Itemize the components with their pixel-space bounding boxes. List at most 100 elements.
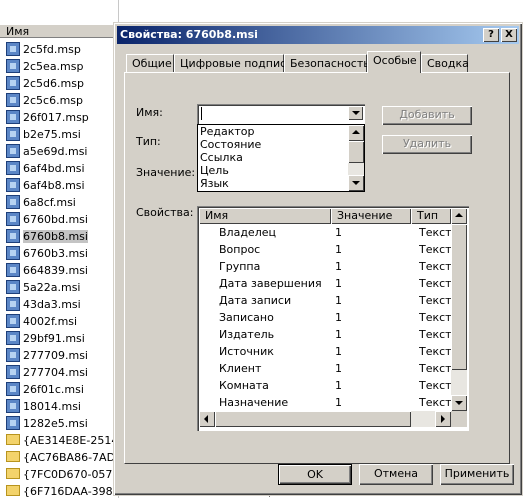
add-button[interactable]: Добавить [382,106,472,125]
dropdown-option[interactable]: Цель [198,164,364,177]
property-value: 1 [335,328,342,341]
file-item[interactable]: 26f017.msp [6,109,118,126]
file-item[interactable]: 6760bd.msi [6,211,118,228]
property-value: 1 [335,362,342,375]
folder-item[interactable]: {6F716DAA-398F… [6,483,118,500]
folder-item[interactable]: {7FC0D670-057F… [6,466,118,483]
file-name: {7FC0D670-057F… [23,468,118,481]
file-item[interactable]: 5a22a.msi [6,279,118,296]
property-row[interactable]: Назначение 1 Текстов [199,394,453,411]
dialog-title: Свойства: 6760b8.msi [120,28,258,41]
chevron-down-icon[interactable] [348,106,363,120]
dropdown-option[interactable]: Ссылка [198,151,364,164]
scroll-left-icon[interactable] [199,411,215,427]
file-item[interactable]: 43da3.msi [6,296,118,313]
file-item[interactable]: 2c5fd.msp [6,41,118,58]
property-type: Текстов [419,260,453,273]
property-name: Дата завершения [219,277,322,290]
installer-icon [6,297,20,311]
column-header-value[interactable]: Значение [331,208,411,224]
property-row[interactable]: Источник 1 Текстов [199,343,453,360]
file-name: 43da3.msi [23,298,81,311]
column-header-type[interactable]: Тип [411,208,451,224]
file-item[interactable]: 18014.msi [6,398,118,415]
apply-button[interactable]: Применить [440,464,514,485]
tab-general[interactable]: Общие [126,54,174,72]
scroll-thumb[interactable] [215,411,411,427]
folder-icon [6,451,20,462]
folder-item[interactable]: {AC76BA86-7AD7… [6,449,118,466]
dropdown-option[interactable]: Состояние [198,138,364,151]
installer-icon [6,229,20,243]
scroll-down-icon[interactable] [348,175,364,191]
scroll-up-icon[interactable] [348,125,364,141]
installer-icon [6,416,20,430]
file-name: 1282e5.msi [23,417,88,430]
tab-digital-signatures[interactable]: Цифровые подписи [174,54,293,72]
property-name: Записано [219,311,274,324]
listview-vscrollbar[interactable] [451,208,467,411]
property-row[interactable]: Клиент 1 Текстов [199,360,453,377]
file-item[interactable]: 6af4bd.msi [6,160,118,177]
file-item[interactable]: 29bf91.msi [6,330,118,347]
tab-security[interactable]: Безопасность [284,54,370,72]
scroll-thumb[interactable] [451,224,467,370]
file-item[interactable]: b2e75.msi [6,126,118,143]
file-item[interactable]: 2c5ea.msp [6,58,118,75]
file-item[interactable]: 2c5d6.msp [6,75,118,92]
property-type: Текстов [419,362,453,375]
help-button[interactable]: ? [483,28,499,42]
file-item[interactable]: 4002f.msi [6,313,118,330]
value-label: Значение: [136,166,196,179]
name-dropdown-list[interactable]: Редактор Состояние Ссылка Цель Язык [197,124,365,192]
property-row[interactable]: Издатель 1 Текстов [199,326,453,343]
file-item[interactable]: 26f01c.msi [6,381,118,398]
cancel-button[interactable]: Отмена [359,464,433,485]
file-item[interactable]: 6760b8.msi [6,228,118,245]
tab-custom[interactable]: Особые [367,51,421,73]
column-header-name[interactable]: Имя [0,24,118,38]
file-name: 6af4bd.msi [23,162,85,175]
name-combobox[interactable] [197,104,365,124]
scroll-thumb[interactable] [348,141,364,163]
property-row[interactable]: Группа 1 Текстов [199,258,453,275]
listview-hscrollbar[interactable] [199,411,451,427]
dropdown-option[interactable]: Редактор [198,125,364,138]
property-row[interactable]: Дата завершения 1 Текстов [199,275,453,292]
property-row[interactable]: Дата записи 1 Текстов [199,292,453,309]
remove-button[interactable]: Удалить [382,135,472,154]
file-item[interactable]: 6a8cf.msi [6,194,118,211]
property-row[interactable]: Владелец 1 Текстов [199,224,453,241]
type-label: Тип: [136,135,161,148]
tab-summary[interactable]: Сводка [421,54,469,72]
properties-listview[interactable]: Имя Значение Тип Владелец 1 Текстов Вопрос 1… [197,206,469,431]
file-item[interactable]: 664839.msi [6,262,118,279]
scroll-down-icon[interactable] [451,395,467,411]
close-button[interactable]: X [501,28,517,42]
scroll-up-icon[interactable] [451,208,467,224]
file-item[interactable]: 277704.msi [6,364,118,381]
file-item[interactable]: 6af4b8.msi [6,177,118,194]
property-row[interactable]: Записано 1 Текстов [199,309,453,326]
property-type: Текстов [419,277,453,290]
dropdown-option[interactable]: Язык [198,177,364,190]
folder-item[interactable]: {AE314E8E-2514-… [6,432,118,449]
file-name: 277709.msi [23,349,88,362]
property-row[interactable]: Вопрос 1 Текстов [199,241,453,258]
scroll-right-icon[interactable] [435,411,451,427]
dropdown-scrollbar[interactable] [348,125,364,191]
file-item[interactable]: 277709.msi [6,347,118,364]
file-item[interactable]: 1282e5.msi [6,415,118,432]
file-item[interactable]: 6760b3.msi [6,245,118,262]
file-name: {6F716DAA-398F… [23,485,118,498]
installer-icon [6,382,20,396]
file-item[interactable]: a5e69d.msi [6,143,118,160]
property-row[interactable]: Комната 1 Текстов [199,377,453,394]
dialog-titlebar[interactable]: Свойства: 6760b8.msi ? X [117,26,519,44]
installer-icon [6,76,20,90]
column-header-name[interactable]: Имя [199,208,331,224]
ok-button[interactable]: OK [278,464,352,485]
file-item[interactable]: 2c5c6.msp [6,92,118,109]
installer-icon [6,314,20,328]
installer-icon [6,280,20,294]
